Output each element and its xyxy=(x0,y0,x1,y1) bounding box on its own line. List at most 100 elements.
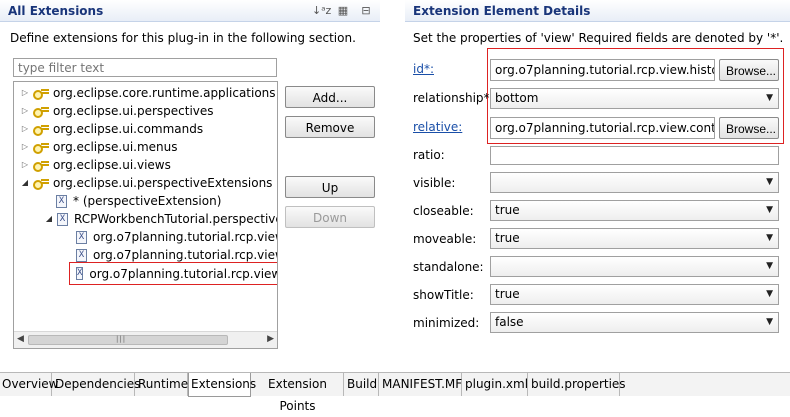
tab-plugin-xml[interactable]: plugin.xml xyxy=(463,373,528,396)
tree-item[interactable]: ▷ org.eclipse.ui.views xyxy=(20,156,171,174)
tab-manifest[interactable]: MANIFEST.MF xyxy=(380,373,462,396)
chevron-down-icon: ▼ xyxy=(766,261,773,271)
all-extensions-header: All Extensions ↓ᵃz ▦ ⊟ xyxy=(0,0,380,22)
editor-tab-bar: Overview Dependencies Runtime Extensions… xyxy=(0,372,790,413)
visible-label: visible: xyxy=(413,176,456,190)
showtitle-label: showTitle: xyxy=(413,288,474,302)
id-label-link[interactable]: id*: xyxy=(413,62,434,76)
filter-input[interactable] xyxy=(13,58,277,77)
tree-item-label: org.eclipse.ui.views xyxy=(53,158,171,172)
ratio-label: ratio: xyxy=(413,148,445,162)
tree-item[interactable]: X org.o7planning.tutorial.rcp.view.co xyxy=(76,228,277,246)
tree-item-label: org.o7planning.tutorial.rcp.view.co xyxy=(93,230,277,244)
xml-element-icon: X xyxy=(57,212,68,226)
extension-point-icon xyxy=(33,106,49,118)
chevron-down-icon: ▼ xyxy=(766,317,773,327)
up-button[interactable]: Up xyxy=(285,176,375,198)
tree-item-label: org.o7planning.tutorial.rcp.view.h xyxy=(89,266,278,281)
standalone-label: standalone: xyxy=(413,260,484,274)
remove-button[interactable]: Remove xyxy=(285,116,375,138)
collapse-icon[interactable]: ◢ xyxy=(44,210,54,228)
moveable-value: true xyxy=(495,231,520,245)
tree-item[interactable]: X * (perspectiveExtension) xyxy=(56,192,221,210)
tree-item-label: org.eclipse.core.runtime.applications xyxy=(53,86,276,100)
moveable-label: moveable: xyxy=(413,232,477,246)
expand-icon[interactable]: ▷ xyxy=(20,156,30,174)
tree-item[interactable]: ▷ org.eclipse.ui.perspectives xyxy=(20,102,214,120)
add-button[interactable]: Add... xyxy=(285,86,375,108)
tree-item-selected[interactable]: X org.o7planning.tutorial.rcp.view.h xyxy=(69,262,278,285)
minimized-label: minimized: xyxy=(413,316,480,330)
expand-icon[interactable]: ▷ xyxy=(20,120,30,138)
xml-element-icon: X xyxy=(76,248,87,262)
expand-icon[interactable]: ▷ xyxy=(20,138,30,156)
tree-item[interactable]: ▷ org.eclipse.ui.commands xyxy=(20,120,203,138)
tab-extension-points[interactable]: Extension Points xyxy=(252,373,344,413)
extension-point-icon xyxy=(33,88,49,100)
tree-horizontal-scrollbar[interactable]: ◀ ||| ▶ xyxy=(14,331,277,348)
relative-field[interactable]: org.o7planning.tutorial.rcp.view.contact xyxy=(490,117,715,139)
standalone-combo[interactable]: ▼ xyxy=(490,256,779,277)
collapse-icon[interactable]: ◢ xyxy=(20,174,30,192)
relationship-combo[interactable]: bottom ▼ xyxy=(490,88,779,109)
tree-item-label: org.eclipse.ui.perspectiveExtensions xyxy=(53,176,273,190)
tab-overview[interactable]: Overview xyxy=(0,373,59,396)
scrollbar-thumb[interactable] xyxy=(28,335,228,345)
chevron-down-icon: ▼ xyxy=(766,289,773,299)
sort-alpha-icon[interactable]: ↓ᵃz xyxy=(312,3,331,19)
minimized-value: false xyxy=(495,315,524,329)
tree-item-label: RCPWorkbenchTutorial.perspective (p xyxy=(74,212,278,226)
chevron-down-icon: ▼ xyxy=(766,177,773,187)
scrollbar-grip-icon: ||| xyxy=(116,335,127,343)
tab-dependencies[interactable]: Dependencies xyxy=(53,373,140,396)
tree-item[interactable]: ▷ org.eclipse.core.runtime.applications xyxy=(20,84,276,102)
tree-item[interactable]: X org.o7planning.tutorial.rcp.view.ca xyxy=(76,246,277,264)
extension-point-icon xyxy=(33,178,49,190)
tree-item[interactable]: ▷ org.eclipse.ui.menus xyxy=(20,138,178,156)
moveable-combo[interactable]: true ▼ xyxy=(490,228,779,249)
extension-point-icon xyxy=(33,124,49,136)
extension-point-icon xyxy=(33,142,49,154)
tree-item[interactable]: ◢ org.eclipse.ui.perspectiveExtensions xyxy=(20,174,272,192)
chevron-down-icon: ▼ xyxy=(766,93,773,103)
browse-relative-button[interactable]: Browse... xyxy=(719,117,779,139)
all-extensions-title: All Extensions xyxy=(8,4,104,18)
tab-build[interactable]: Build xyxy=(345,373,379,396)
xml-element-icon: X xyxy=(76,267,84,280)
expand-icon[interactable]: ▷ xyxy=(20,84,30,102)
id-field[interactable]: org.o7planning.tutorial.rcp.view.history xyxy=(490,59,715,81)
filter-grid-icon[interactable]: ▦ xyxy=(335,3,351,19)
chevron-down-icon: ▼ xyxy=(766,205,773,215)
extensions-description: Define extensions for this plug-in in th… xyxy=(10,31,356,45)
xml-element-icon: X xyxy=(76,230,87,244)
tree-item-label: org.eclipse.ui.commands xyxy=(53,122,204,136)
showtitle-combo[interactable]: true ▼ xyxy=(490,284,779,305)
browse-id-button[interactable]: Browse... xyxy=(719,59,779,81)
closeable-label: closeable: xyxy=(413,204,474,218)
scroll-right-icon[interactable]: ▶ xyxy=(267,334,274,344)
tree-item-label: org.eclipse.ui.perspectives xyxy=(53,104,214,118)
relative-label-link[interactable]: relative: xyxy=(413,120,462,134)
down-button[interactable]: Down xyxy=(285,206,375,228)
expand-icon[interactable]: ▷ xyxy=(20,102,30,120)
xml-element-icon: X xyxy=(56,194,67,208)
extensions-tree[interactable]: ▷ org.eclipse.core.runtime.applications … xyxy=(13,81,278,349)
tree-item-label: org.o7planning.tutorial.rcp.view.ca xyxy=(93,248,277,262)
scroll-left-icon[interactable]: ◀ xyxy=(17,334,24,344)
tab-extensions[interactable]: Extensions xyxy=(188,373,256,397)
tab-runtime[interactable]: Runtime xyxy=(136,373,188,396)
closeable-combo[interactable]: true ▼ xyxy=(490,200,779,221)
collapse-all-icon[interactable]: ⊟ xyxy=(358,3,374,19)
element-details-title: Extension Element Details xyxy=(413,4,591,18)
tree-item-label: * (perspectiveExtension) xyxy=(73,194,222,208)
relationship-value: bottom xyxy=(495,91,539,105)
tab-build-properties[interactable]: build.properties xyxy=(529,373,626,396)
tree-item[interactable]: ◢ X RCPWorkbenchTutorial.perspective (p xyxy=(44,210,278,228)
visible-combo[interactable]: ▼ xyxy=(490,172,779,193)
minimized-combo[interactable]: false ▼ xyxy=(490,312,779,333)
ratio-field[interactable] xyxy=(490,146,779,165)
extension-point-icon xyxy=(33,160,49,172)
element-details-header: Extension Element Details xyxy=(405,0,790,22)
showtitle-value: true xyxy=(495,287,520,301)
closeable-value: true xyxy=(495,203,520,217)
